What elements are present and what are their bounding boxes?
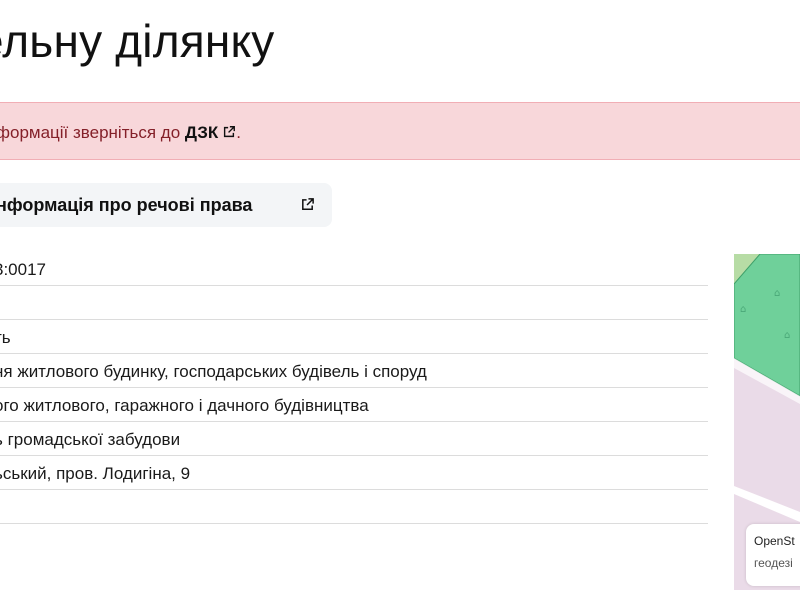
cadastral-number-value: 3:0017 xyxy=(0,260,46,279)
info-row: ьський, пров. Лодигіна, 9 xyxy=(0,456,708,490)
parcel-map[interactable]: ⌂ ⌂ ⌂ OpenSt геодезі xyxy=(734,254,800,590)
info-row: ть xyxy=(0,320,708,354)
parcel-info-list: 3:0017 ть ня житлового будинку, господар… xyxy=(0,252,708,524)
info-row: ь громадської забудови xyxy=(0,422,708,456)
warning-alert: формації зверніться до ДЗК. xyxy=(0,102,800,160)
svg-text:⌂: ⌂ xyxy=(774,288,780,299)
map-attribution-line2: геодезі xyxy=(754,556,793,570)
alert-message: формації зверніться до ДЗК. xyxy=(0,123,241,143)
dzk-link-label: ДЗК xyxy=(184,123,219,142)
info-row xyxy=(0,286,708,320)
page-title: ельну ділянку xyxy=(0,15,275,67)
dzk-link[interactable]: ДЗК xyxy=(185,123,236,142)
category-value: ого житлового, гаражного і дачного будів… xyxy=(0,396,369,415)
map-attribution-line1: OpenSt xyxy=(754,534,795,548)
address-value: ьський, пров. Лодигіна, 9 xyxy=(0,464,191,483)
ownership-value: ть xyxy=(0,328,11,347)
property-rights-button[interactable]: нформація про речові права xyxy=(0,183,332,227)
info-row xyxy=(0,490,708,524)
external-link-icon xyxy=(224,126,236,138)
alert-text-after: . xyxy=(236,123,241,142)
info-row: ого житлового, гаражного і дачного будів… xyxy=(0,388,708,422)
external-link-icon xyxy=(302,198,314,210)
property-rights-label: нформація про речові права xyxy=(0,195,253,215)
info-row: 3:0017 xyxy=(0,252,708,286)
svg-text:⌂: ⌂ xyxy=(784,330,790,341)
zone-value: ь громадської забудови xyxy=(0,430,181,449)
info-row: ня житлового будинку, господарських буді… xyxy=(0,354,708,388)
alert-text-before: формації зверніться до xyxy=(0,123,185,142)
map-attribution: OpenSt геодезі xyxy=(746,524,800,586)
purpose-value: ня житлового будинку, господарських буді… xyxy=(0,362,427,381)
svg-text:⌂: ⌂ xyxy=(740,304,746,315)
